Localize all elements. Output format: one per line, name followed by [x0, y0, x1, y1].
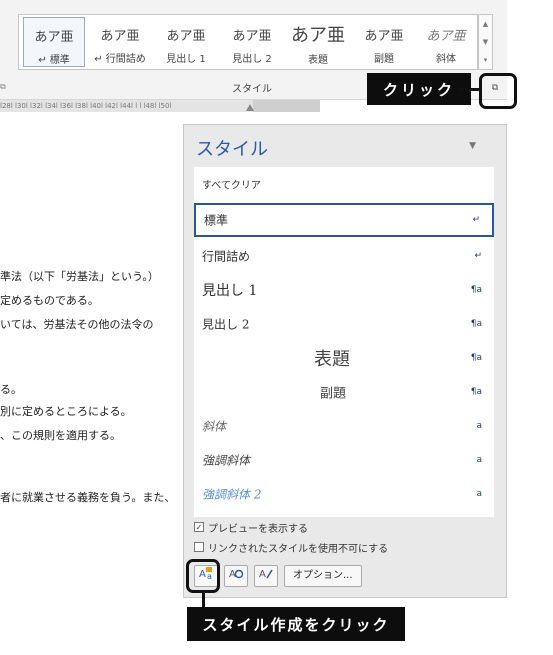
new-style-callout: スタイル作成をクリック — [187, 607, 405, 641]
styles-group-label: スタイル — [232, 84, 272, 95]
character-style-icon: a — [476, 421, 482, 431]
option-label: プレビューを表示する — [208, 523, 308, 535]
gallery-label: 斜体 — [436, 54, 456, 65]
manage-styles-icon[interactable]: A — [254, 565, 278, 587]
gallery-label: 副題 — [374, 54, 394, 65]
scroll-up-icon[interactable]: ▲ — [479, 15, 492, 33]
doc-line: る。 — [0, 383, 22, 396]
paragraph-mark-icon: ↵ — [474, 251, 482, 261]
character-style-icon: a — [476, 489, 482, 499]
style-item-name: 標準 — [204, 213, 229, 228]
style-list: すべてクリア 標準 ↵ 行間詰め ↵ 見出し 1 ¶a 見出し 2 ¶a 表題 … — [194, 167, 494, 517]
style-gallery: あア亜 ↵ 標準 あア亜 ↵ 行間詰め あア亜 見出し 1 あア亜 見出し 2 … — [18, 14, 478, 70]
style-item-emphasis-2[interactable]: 強調斜体 2 a — [194, 477, 494, 511]
gallery-label: 見出し 2 — [232, 54, 272, 65]
character-style-icon: a — [476, 455, 482, 465]
show-preview-option[interactable]: ✓ プレビューを表示する — [194, 517, 388, 537]
launcher-highlight — [479, 73, 517, 109]
gallery-scrollbar[interactable]: ▲ ▼ ▾ — [478, 14, 493, 70]
style-item-clear-all[interactable]: すべてクリア — [194, 167, 494, 201]
style-item-name: 強調斜体 — [202, 453, 251, 468]
linked-style-icon: ¶a — [470, 353, 482, 363]
style-item-name: 見出し 2 — [202, 317, 250, 332]
style-item-name: 斜体 — [202, 419, 227, 434]
gallery-item-heading-1[interactable]: あア亜 見出し 1 — [155, 17, 217, 67]
style-item-subtitle[interactable]: 副題 ¶a — [194, 375, 494, 409]
options-button[interactable]: オプション... — [284, 565, 362, 587]
style-inspector-icon[interactable]: A — [224, 565, 248, 587]
gallery-sample: あア亜 — [100, 29, 140, 44]
gallery-label: 表題 — [308, 55, 328, 66]
style-item-emphasis[interactable]: 強調斜体 a — [194, 443, 494, 477]
new-style-highlight — [186, 559, 220, 593]
paragraph-mark-icon: ↵ — [472, 215, 480, 225]
gallery-item-title[interactable]: あア亜 表題 — [287, 17, 349, 67]
style-inspector-glyph: A — [229, 569, 244, 580]
doc-line: 準法（以下「労基法」という。） — [0, 270, 159, 283]
style-item-heading-1[interactable]: 見出し 1 ¶a — [194, 273, 494, 307]
style-item-name: 行間詰め — [202, 249, 251, 264]
style-item-heading-2[interactable]: 見出し 2 ¶a — [194, 307, 494, 341]
click-callout: クリック — [367, 73, 471, 105]
indent-marker-icon[interactable] — [246, 104, 254, 111]
svg-text:A: A — [259, 569, 266, 580]
style-item-standard[interactable]: 標準 ↵ — [194, 203, 494, 237]
style-item-title[interactable]: 表題 ¶a — [194, 341, 494, 375]
callout-connector — [202, 593, 205, 607]
style-item-name: 強調斜体 2 — [202, 487, 262, 502]
gallery-item-standard[interactable]: あア亜 ↵ 標準 — [23, 17, 85, 67]
linked-style-icon: ¶a — [470, 285, 482, 295]
gallery-item-italic[interactable]: あア亜 斜体 — [415, 17, 477, 67]
style-item-name: 表題 — [314, 349, 350, 370]
pane-options: ✓ プレビューを表示する リンクされたスタイルを使用不可にする — [194, 517, 388, 557]
document-body[interactable]: 準法（以下「労基法」という。） 定めるものである。 いては、労基法その他の法令の… — [0, 112, 190, 602]
style-item-italic[interactable]: 斜体 a — [194, 409, 494, 443]
doc-line: いては、労基法その他の法令の — [0, 318, 154, 331]
style-item-name: 副題 — [320, 386, 347, 402]
gallery-label: ↵ 標準 — [38, 55, 70, 66]
gallery-sample: あア亜 — [364, 29, 404, 44]
doc-line: 、この規則を適用する。 — [0, 429, 121, 442]
doc-line: 定めるものである。 — [0, 294, 99, 307]
styles-pane: スタイル ▼ すべてクリア 標準 ↵ 行間詰め ↵ 見出し 1 ¶a 見出し 2… — [183, 124, 507, 598]
callout-connector — [459, 88, 481, 91]
scroll-down-icon[interactable]: ▼ — [479, 33, 492, 51]
doc-line: 別に定めるところによる。 — [0, 405, 132, 418]
checkbox-checked-icon[interactable]: ✓ — [194, 522, 204, 532]
manage-styles-glyph: A — [259, 569, 273, 580]
style-item-no-spacing[interactable]: 行間詰め ↵ — [194, 239, 494, 273]
gallery-more-icon[interactable]: ▾ — [479, 51, 492, 69]
disable-linked-option[interactable]: リンクされたスタイルを使用不可にする — [194, 537, 388, 557]
doc-line: 者に就業させる義務を負う。また、 — [0, 491, 176, 504]
gallery-sample: あア亜 — [426, 29, 466, 44]
pane-options-icon[interactable]: ▼ — [469, 141, 476, 151]
style-item-name: 見出し 1 — [202, 283, 258, 299]
gallery-item-heading-2[interactable]: あア亜 見出し 2 — [221, 17, 283, 67]
option-label: リンクされたスタイルを使用不可にする — [208, 543, 389, 555]
ruler-margin — [253, 100, 320, 112]
checkbox-unchecked-icon[interactable] — [194, 542, 204, 552]
gallery-sample: あア亜 — [291, 25, 345, 46]
gallery-label: 見出し 1 — [166, 54, 206, 65]
style-item-name: すべてクリア — [202, 180, 261, 192]
linked-style-icon: ¶a — [470, 319, 482, 329]
gallery-sample: あア亜 — [34, 30, 74, 45]
pane-title: スタイル — [196, 139, 268, 160]
gallery-label: ↵ 行間詰め — [94, 54, 146, 65]
gallery-sample: あア亜 — [166, 29, 206, 44]
gallery-sample: あア亜 — [232, 29, 272, 44]
paragraph-launcher-icon[interactable]: ⧉ — [0, 82, 6, 92]
gallery-item-no-spacing[interactable]: あア亜 ↵ 行間詰め — [89, 17, 151, 67]
linked-style-icon: ¶a — [470, 387, 482, 397]
gallery-item-subtitle[interactable]: あア亜 副題 — [353, 17, 415, 67]
